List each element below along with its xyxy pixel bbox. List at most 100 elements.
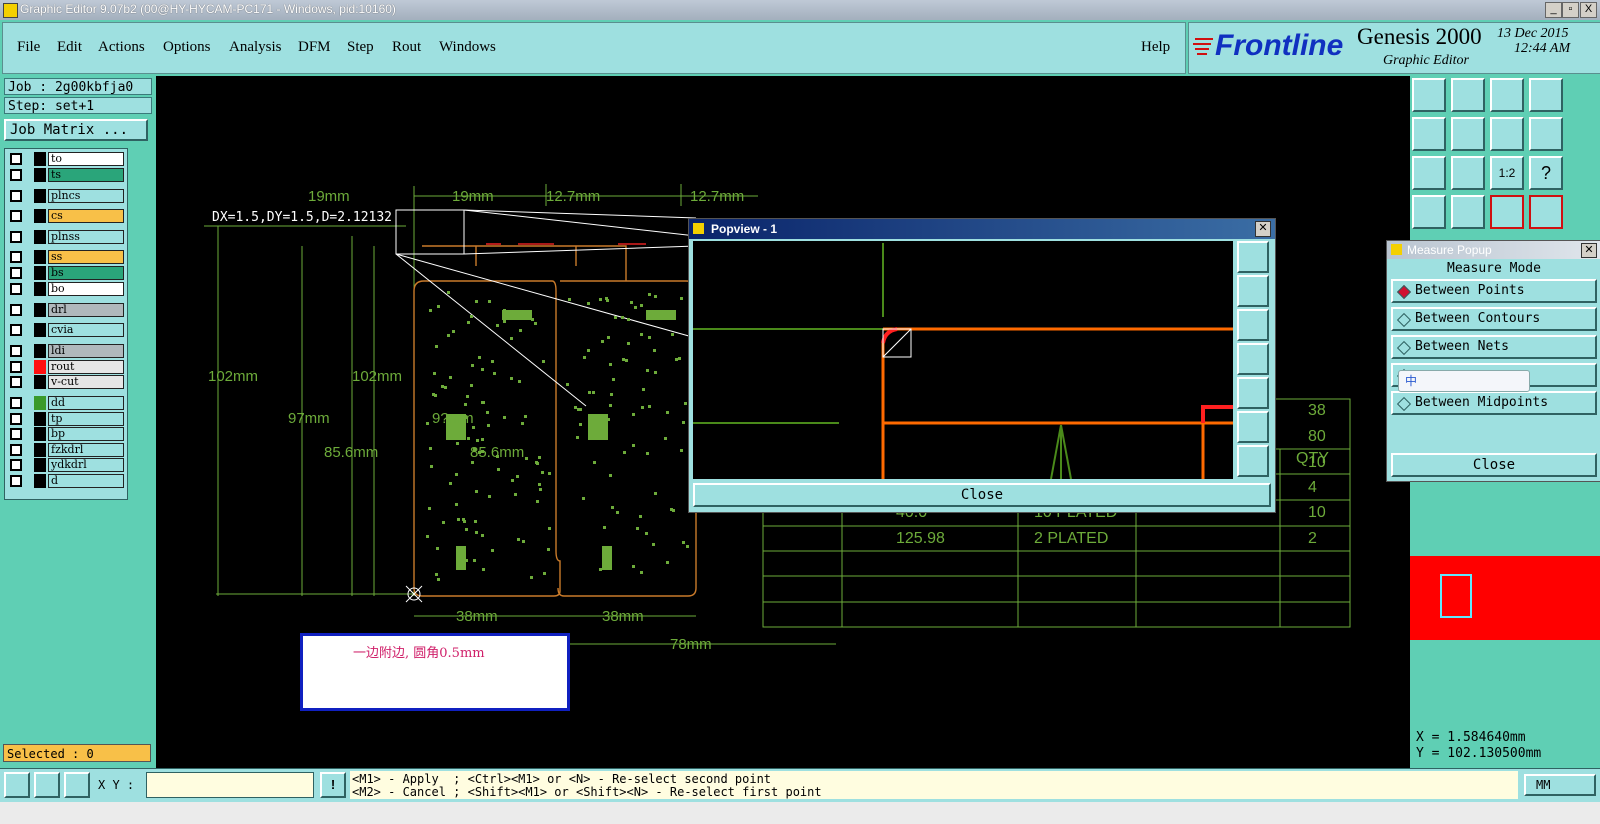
layer-checkbox[interactable] <box>10 459 22 471</box>
layer-row-ldi[interactable]: ldi <box>8 344 124 358</box>
layer-checkbox[interactable] <box>10 190 22 202</box>
layer-row-plnss[interactable]: plnss <box>8 230 124 244</box>
layer-checkbox[interactable] <box>10 283 22 295</box>
move-down-icon[interactable] <box>1451 78 1485 112</box>
measure-option-4[interactable]: Between Midpoints <box>1391 391 1597 415</box>
move-right-icon[interactable] <box>1451 117 1485 151</box>
measure-option-0[interactable]: Between Points <box>1391 279 1597 303</box>
layer-checkbox[interactable] <box>10 361 22 373</box>
xy-apply-button[interactable]: ! <box>320 772 346 798</box>
pan-up-icon[interactable] <box>1237 275 1269 307</box>
zoom-out-icon[interactable] <box>1237 445 1269 477</box>
minimize-button[interactable]: _ <box>1545 2 1562 18</box>
layer-checkbox[interactable] <box>10 324 22 336</box>
layer-checkbox[interactable] <box>10 376 22 388</box>
undo-view-icon[interactable] <box>1490 117 1524 151</box>
layer-row-d[interactable]: d <box>8 474 124 488</box>
maximize-button[interactable]: ▫ <box>1562 2 1579 18</box>
layer-row-ydkdrl[interactable]: ydkdrl <box>8 458 124 472</box>
layer-checkbox[interactable] <box>10 475 22 487</box>
home-icon[interactable] <box>1490 78 1524 112</box>
zoom-fit-icon[interactable] <box>1237 241 1269 273</box>
layer-checkbox[interactable] <box>10 210 22 222</box>
units-selector[interactable]: MM <box>1524 774 1596 796</box>
menu-analysis[interactable]: Analysis <box>229 39 282 56</box>
layer-checkbox[interactable] <box>10 153 22 165</box>
layer-checkbox[interactable] <box>10 444 22 456</box>
layer-row-fzkdrl[interactable]: fzkdrl <box>8 443 124 457</box>
layer-row-ss[interactable]: ss <box>8 250 124 264</box>
net-compare-icon[interactable] <box>1529 195 1563 229</box>
xy-input[interactable] <box>146 772 314 798</box>
layer-checkbox[interactable] <box>10 251 22 263</box>
layer-checkbox[interactable] <box>10 267 22 279</box>
help-icon[interactable]: ? <box>1529 156 1563 190</box>
zoom-center-icon[interactable] <box>1451 156 1485 190</box>
layer-checkbox[interactable] <box>10 169 22 181</box>
measure-icon[interactable] <box>1451 195 1485 229</box>
tools-icon[interactable] <box>1412 195 1446 229</box>
layer-row-tp[interactable]: tp <box>8 412 124 426</box>
layer-checkbox[interactable] <box>10 304 22 316</box>
popview-close-icon[interactable]: ✕ <box>1255 221 1271 237</box>
measure-option-2[interactable]: Between Nets <box>1391 335 1597 359</box>
menu-step[interactable]: Step <box>347 39 374 56</box>
layer-name: bs <box>48 266 124 280</box>
mini-map[interactable] <box>1410 556 1600 640</box>
ime-toolbar[interactable]: 中 <box>1398 370 1530 392</box>
layer-row-cvia[interactable]: cvia <box>8 323 124 337</box>
redraw-icon[interactable] <box>1529 117 1563 151</box>
menu-options[interactable]: Options <box>163 39 211 56</box>
snap-icon[interactable] <box>4 772 30 798</box>
menu-edit[interactable]: Edit <box>57 39 82 56</box>
popview-close-button[interactable]: Close <box>693 483 1271 507</box>
scale-1-2-icon[interactable]: 1:2 <box>1490 156 1524 190</box>
layer-color-swatch <box>34 344 46 358</box>
layer-row-plncs[interactable]: plncs <box>8 189 124 203</box>
dim-top-1: 19mm <box>308 188 350 205</box>
layer-row-rout[interactable]: rout <box>8 360 124 374</box>
layer-row-v-cut[interactable]: v-cut <box>8 375 124 389</box>
zoom-in-icon[interactable] <box>1237 411 1269 443</box>
layer-row-to[interactable]: to <box>8 152 124 166</box>
ime-chinese-icon[interactable]: 中 <box>1405 374 1417 388</box>
measure-option-1[interactable]: Between Contours <box>1391 307 1597 331</box>
layer-checkbox[interactable] <box>10 231 22 243</box>
layer-row-dd[interactable]: dd <box>8 396 124 410</box>
move-left-icon[interactable] <box>1412 117 1446 151</box>
pan-left-icon[interactable] <box>1237 343 1269 375</box>
measure-close-icon[interactable]: ✕ <box>1581 243 1597 258</box>
pan-down-icon[interactable] <box>1237 309 1269 341</box>
net-highlight-icon[interactable] <box>1490 195 1524 229</box>
measure-close-button[interactable]: Close <box>1391 453 1597 477</box>
hint-area: <M1> - Apply ; <Ctrl><M1> or <N> - Re-se… <box>350 771 1518 799</box>
pan-right-icon[interactable] <box>1237 377 1269 409</box>
popview-app-icon <box>693 223 704 234</box>
layer-row-cs[interactable]: cs <box>8 209 124 223</box>
layer-checkbox[interactable] <box>10 428 22 440</box>
window-icon[interactable] <box>1529 78 1563 112</box>
close-button[interactable]: X <box>1580 2 1597 18</box>
bottom-strip <box>0 802 1600 824</box>
layer-checkbox[interactable] <box>10 345 22 357</box>
grid-icon[interactable] <box>64 772 90 798</box>
layer-row-bo[interactable]: bo <box>8 282 124 296</box>
menu-help[interactable]: Help <box>1141 39 1170 56</box>
layer-row-bp[interactable]: bp <box>8 427 124 441</box>
dim-bottom-1: 38mm <box>456 608 498 625</box>
grid-snap-icon[interactable] <box>34 772 60 798</box>
menu-windows[interactable]: Windows <box>439 39 496 56</box>
zoom-box-icon[interactable] <box>1412 156 1446 190</box>
menu-file[interactable]: File <box>17 39 40 56</box>
menu-rout[interactable]: Rout <box>392 39 421 56</box>
popview-viewport[interactable] <box>693 241 1233 480</box>
job-matrix-button[interactable]: Job Matrix ... <box>4 119 148 141</box>
layer-row-bs[interactable]: bs <box>8 266 124 280</box>
move-up-icon[interactable] <box>1412 78 1446 112</box>
menu-actions[interactable]: Actions <box>98 39 145 56</box>
layer-row-drl[interactable]: drl <box>8 303 124 317</box>
layer-checkbox[interactable] <box>10 413 22 425</box>
menu-dfm[interactable]: DFM <box>298 39 331 56</box>
layer-checkbox[interactable] <box>10 397 22 409</box>
layer-row-ts[interactable]: ts <box>8 168 124 182</box>
